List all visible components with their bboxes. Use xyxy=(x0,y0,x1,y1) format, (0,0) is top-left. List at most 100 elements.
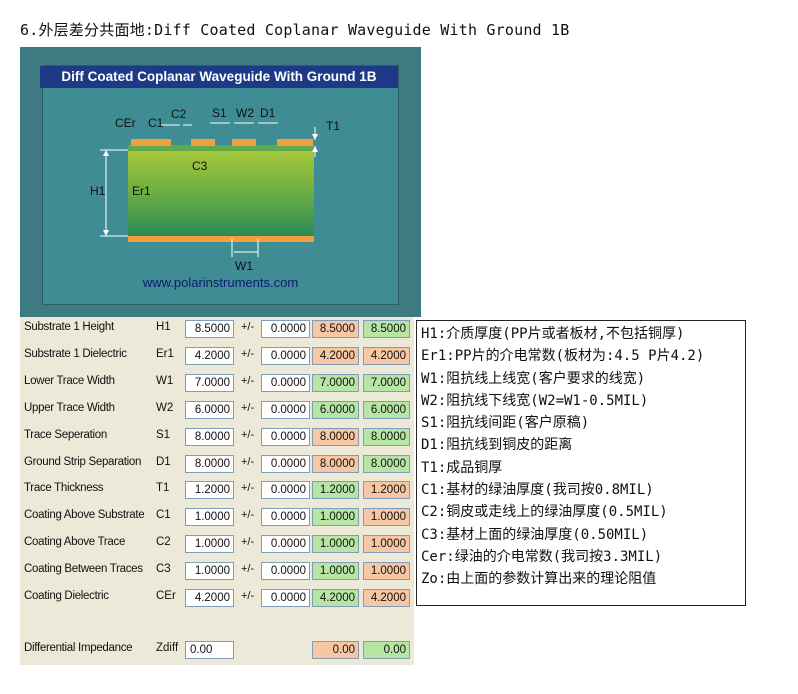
max-value-field[interactable]: 8.5000 xyxy=(363,320,410,338)
tolerance-sign: +/- xyxy=(241,374,255,387)
row-label: Substrate 1 Height xyxy=(24,321,114,333)
row-label: Lower Trace Width xyxy=(24,374,115,387)
impedance-min-field[interactable]: 0.00 xyxy=(312,641,359,659)
min-value-field[interactable]: 8.0000 xyxy=(312,454,359,473)
row-label: Coating Above Substrate xyxy=(24,509,145,522)
legend-line: H1:介质厚度(PP片或者板材,不包括铜厚) xyxy=(421,326,685,342)
value-field[interactable]: 8.5000 xyxy=(185,320,234,338)
max-value-field[interactable]: 8.0000 xyxy=(363,427,410,446)
legend-line: W1:阻抗线上线宽(客户要求的线宽) xyxy=(421,370,646,387)
label-w2: W2 xyxy=(236,106,254,120)
tolerance-field[interactable]: 0.0000 xyxy=(261,535,310,554)
impedance-max-field[interactable]: 0.00 xyxy=(363,641,410,659)
value-field[interactable]: 6.0000 xyxy=(185,400,234,419)
min-value-field[interactable]: 4.2000 xyxy=(312,589,359,607)
min-value-field[interactable]: 8.0000 xyxy=(312,427,359,446)
value-field[interactable]: 1.0000 xyxy=(185,508,234,527)
min-value-field[interactable]: 8.5000 xyxy=(312,320,359,338)
tolerance-sign: +/- xyxy=(241,509,255,522)
substrate xyxy=(128,150,314,236)
min-value-field[interactable]: 1.0000 xyxy=(312,508,359,527)
legend-line: C3:基材上面的绿油厚度(0.50MIL) xyxy=(421,526,649,543)
min-value-field[interactable]: 6.0000 xyxy=(312,400,359,419)
tolerance-field[interactable]: 0.0000 xyxy=(261,481,310,500)
max-value-field[interactable]: 8.0000 xyxy=(363,454,410,473)
value-field[interactable]: 4.2000 xyxy=(185,589,234,607)
param-row: Coating Above Substrate C1 1.0000 +/- 0.0000… xyxy=(20,505,414,532)
max-value-field[interactable]: 7.0000 xyxy=(363,373,410,392)
value-field[interactable]: 7.0000 xyxy=(185,373,234,392)
value-field[interactable]: 1.0000 xyxy=(185,562,234,581)
legend-line: Er1:PP片的介电常数(板材为:4.5 P片4.2) xyxy=(421,348,705,365)
legend-line: D1:阻抗线到铜皮的距离 xyxy=(421,437,573,454)
value-field[interactable]: 4.2000 xyxy=(185,346,234,365)
max-value-field[interactable]: 1.2000 xyxy=(363,481,410,500)
row-label: Substrate 1 Dielectric xyxy=(24,347,127,360)
max-value-field[interactable]: 1.0000 xyxy=(363,508,410,527)
legend-line: T1:成品铜厚 xyxy=(421,459,503,476)
label-c3: C3 xyxy=(192,159,208,173)
row-label: Differential Impedance xyxy=(24,642,133,654)
section-heading: 6.外层差分共面地:Diff Coated Coplanar Waveguide… xyxy=(20,21,570,39)
tolerance-field[interactable]: 0.0000 xyxy=(261,346,310,365)
tolerance-field[interactable]: 0.0000 xyxy=(261,508,310,527)
legend-line: C1:基材的绿油厚度(我司按0.8MIL) xyxy=(421,482,654,499)
legend-line: Zo:由上面的参数计算出来的理论阻值 xyxy=(421,571,657,588)
trace-left xyxy=(191,139,215,146)
row-symbol: C3 xyxy=(156,563,171,576)
diagram-url: www.polarinstruments.com xyxy=(142,275,299,290)
tolerance-field[interactable]: 0.0000 xyxy=(261,589,310,607)
cross-section-diagram: Diff Coated Coplanar Waveguide With Grou… xyxy=(20,47,421,317)
param-row: Lower Trace Width W1 7.0000 +/- 0.0000 7.0000… xyxy=(20,371,414,398)
value-field[interactable]: 8.0000 xyxy=(185,454,234,473)
row-label: Coating Between Traces xyxy=(24,563,143,576)
min-value-field[interactable]: 4.2000 xyxy=(312,346,359,365)
max-value-field[interactable]: 6.0000 xyxy=(363,400,410,419)
tolerance-field[interactable]: 0.0000 xyxy=(261,400,310,419)
max-value-field[interactable]: 4.2000 xyxy=(363,346,410,365)
tolerance-field[interactable]: 0.0000 xyxy=(261,562,310,581)
value-field[interactable]: 8.0000 xyxy=(185,427,234,446)
param-row: Substrate 1 Height H1 8.5000 +/- 0.0000 8.500… xyxy=(20,317,414,344)
max-value-field[interactable]: 1.0000 xyxy=(363,535,410,554)
min-value-field[interactable]: 7.0000 xyxy=(312,373,359,392)
tolerance-sign: +/- xyxy=(241,455,255,468)
tolerance-sign: +/- xyxy=(241,563,255,576)
param-row: Upper Trace Width W2 6.0000 +/- 0.0000 6.0000… xyxy=(20,398,414,425)
label-c1: C1 xyxy=(148,116,164,130)
legend-line: S1:阻抗线间距(客户原稿) xyxy=(421,415,590,432)
param-row: Trace Seperation S1 8.0000 +/- 0.0000 8.0000 8… xyxy=(20,425,414,452)
param-row: Coating Above Trace C2 1.0000 +/- 0.0000 1.00… xyxy=(20,532,414,559)
tolerance-sign: +/- xyxy=(241,428,255,441)
tolerance-field[interactable]: 0.0000 xyxy=(261,320,310,338)
value-field[interactable]: 1.2000 xyxy=(185,481,234,500)
parameter-panel: Coating Dielectric CEr 4.2000 +/- 0.0000 4.20… xyxy=(20,317,414,665)
tolerance-field[interactable]: 0.0000 xyxy=(261,373,310,392)
row-symbol: D1 xyxy=(156,455,171,468)
param-row: Coating Dielectric CEr 4.2000 +/- 0.0000 4.20… xyxy=(20,586,414,613)
tolerance-sign: +/- xyxy=(241,401,255,414)
tolerance-sign: +/- xyxy=(241,321,255,333)
value-field[interactable]: 1.0000 xyxy=(185,535,234,554)
row-label: Trace Thickness xyxy=(24,482,104,495)
ground-plane xyxy=(128,236,314,242)
ground-strip-left xyxy=(131,139,171,146)
trace-right xyxy=(232,139,256,146)
row-label: Upper Trace Width xyxy=(24,401,115,414)
label-d1: D1 xyxy=(260,106,276,120)
row-symbol: H1 xyxy=(156,321,171,333)
row-symbol: Zdiff xyxy=(156,642,179,654)
tolerance-field[interactable]: 0.0000 xyxy=(261,454,310,473)
min-value-field[interactable]: 1.0000 xyxy=(312,535,359,554)
max-value-field[interactable]: 4.2000 xyxy=(363,589,410,607)
row-symbol: C1 xyxy=(156,509,171,522)
row-label: Trace Seperation xyxy=(24,428,107,441)
impedance-value-field[interactable]: 0.00 xyxy=(185,641,234,659)
row-label: Coating Above Trace xyxy=(24,536,126,549)
tolerance-field[interactable]: 0.0000 xyxy=(261,427,310,446)
min-value-field[interactable]: 1.0000 xyxy=(312,562,359,581)
row-symbol: T1 xyxy=(156,482,170,495)
impedance-row: Differential Impedance Zdiff 0.00 0.00 0… xyxy=(20,638,414,665)
max-value-field[interactable]: 1.0000 xyxy=(363,562,410,581)
min-value-field[interactable]: 1.2000 xyxy=(312,481,359,500)
